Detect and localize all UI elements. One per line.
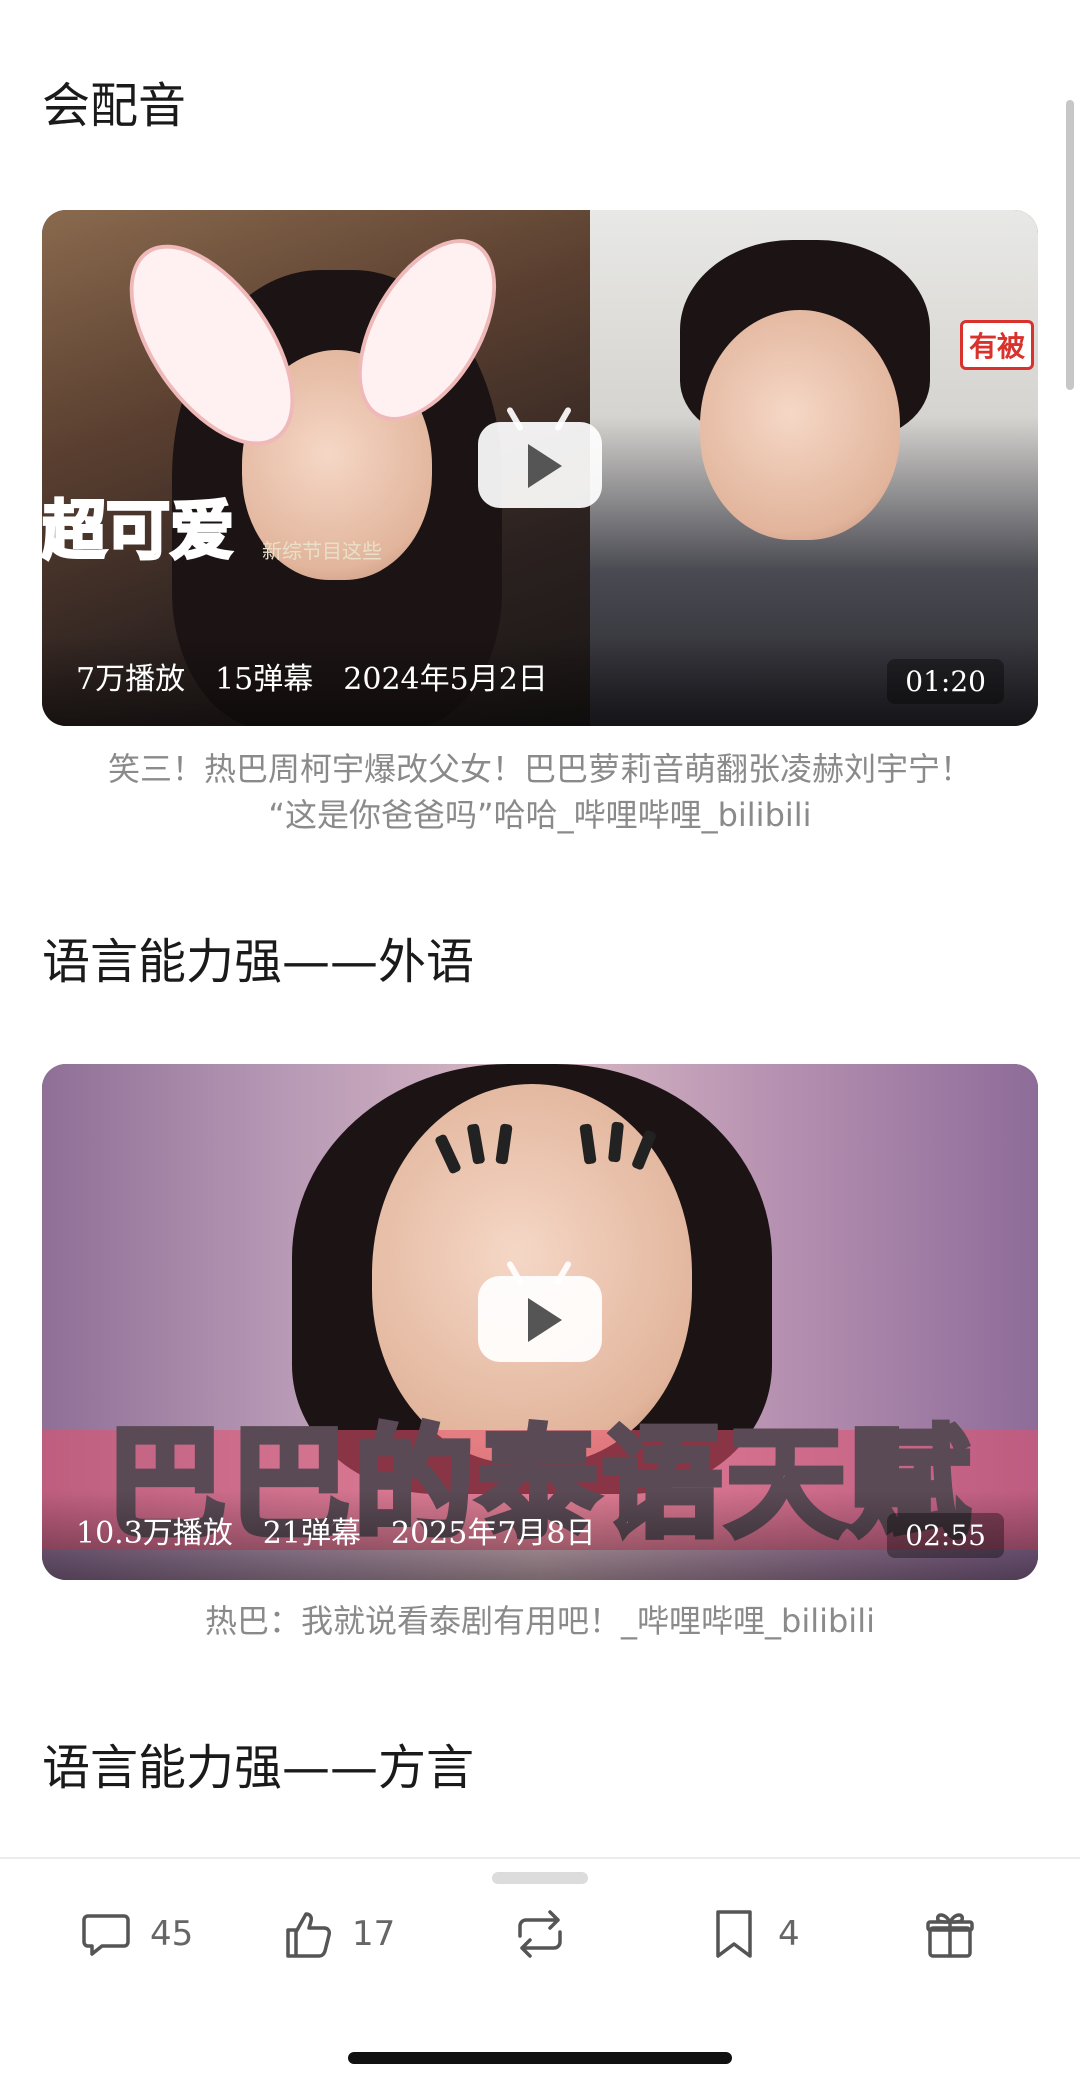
bookmark-icon [716, 1910, 752, 1958]
video-stats: 7万播放 15弹幕 2024年5月2日 [76, 654, 578, 698]
section-heading-dialect: 语言能力强——方言 [42, 1740, 475, 1796]
comment-button[interactable]: 45 [78, 1902, 193, 1966]
danmaku-count: 21弹幕 [262, 1516, 361, 1551]
caption-line-2: “这是你爸爸吗”哈哈_哔哩哔哩_bilibili [268, 796, 812, 834]
danmaku-count: 15弹幕 [215, 662, 314, 697]
play-icon[interactable] [478, 406, 602, 508]
page: 会配音 超可爱 新综节目这些 有被 7万播放 15弹幕 2024年5月2日 01:2… [0, 0, 1080, 2085]
repost-icon [518, 1910, 562, 1958]
gift-icon [926, 1913, 974, 1958]
video-caption-1[interactable]: 笑三！热巴周柯宇爆改父女！巴巴萝莉音萌翻张凌赫刘宇宁！ “这是你爸爸吗”哈哈_哔… [42, 746, 1038, 838]
video-caption-2[interactable]: 热巴：我就说看泰剧有用吧！_哔哩哔哩_bilibili [42, 1598, 1038, 1644]
corner-badge: 有被 [960, 320, 1035, 370]
video-card-1[interactable]: 超可爱 新综节目这些 有被 7万播放 15弹幕 2024年5月2日 01:20 [42, 210, 1038, 726]
bottom-action-bar [0, 1857, 1080, 2085]
comment-count: 45 [150, 1914, 194, 1954]
section-heading-foreign-language: 语言能力强——外语 [42, 934, 475, 990]
video-card-2[interactable]: 巴巴的泰语天赋 10.3万播放 21弹幕 2025年7月8日 02:55 [42, 1064, 1038, 1580]
video-stats: 10.3万播放 21弹幕 2025年7月8日 [76, 1508, 626, 1552]
play-icon[interactable] [478, 1260, 602, 1362]
gift-button[interactable] [922, 1902, 978, 1966]
comment-icon [82, 1914, 130, 1956]
favorite-button[interactable]: 4 [706, 1902, 800, 1966]
like-button[interactable]: 17 [280, 1902, 395, 1966]
view-count: 7万播放 [76, 662, 186, 697]
drag-handle[interactable] [492, 1872, 588, 1884]
thumbs-up-icon [286, 1912, 331, 1958]
video-duration: 01:20 [887, 659, 1004, 704]
repost-button[interactable] [508, 1902, 572, 1966]
view-count: 10.3万播放 [76, 1516, 233, 1551]
caption-line-1: 热巴：我就说看泰剧有用吧！_哔哩哔哩_bilibili [205, 1602, 875, 1640]
video-duration: 02:55 [887, 1513, 1004, 1558]
favorite-count: 4 [778, 1914, 800, 1954]
sticker-text: 超可爱 [42, 494, 236, 571]
face-shape-2 [700, 310, 900, 540]
publish-date: 2024年5月2日 [343, 662, 548, 697]
home-indicator[interactable] [348, 2052, 732, 2064]
scrollbar[interactable] [1066, 100, 1074, 390]
publish-date: 2025年7月8日 [390, 1516, 596, 1551]
caption-line-1: 笑三！热巴周柯宇爆改父女！巴巴萝莉音萌翻张凌赫刘宇宁！ [107, 750, 972, 788]
like-count: 17 [352, 1914, 396, 1954]
subtitle-text: 新综节目这些 [262, 539, 382, 563]
section-heading-dubbing: 会配音 [42, 78, 187, 134]
